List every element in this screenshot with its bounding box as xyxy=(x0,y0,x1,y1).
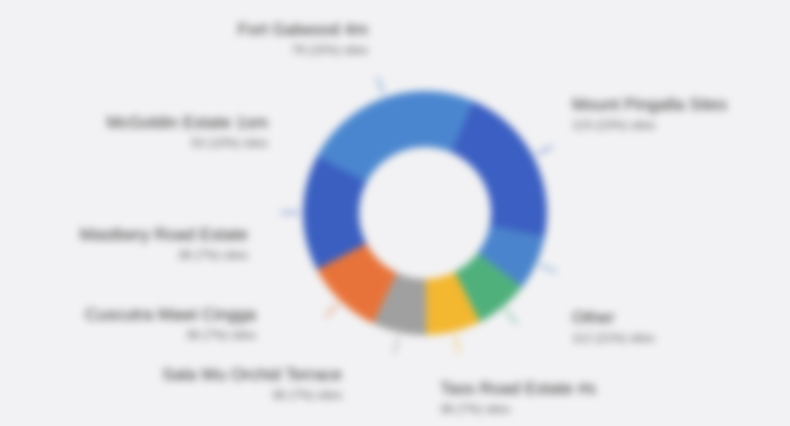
slice-name-label: Other xyxy=(572,308,615,327)
label-mount-pingalla-sites: Mount Pingalla Sites 123 (23%) sites xyxy=(572,96,727,131)
leader-line-tass-road-estate-s xyxy=(539,264,557,273)
slice-value-label: 38 (7%) sites xyxy=(440,402,511,416)
label-other: Other 112 (21%) sites xyxy=(572,309,654,344)
donut-chart xyxy=(280,76,557,354)
leader-line-sala-wu-orchid-terrace xyxy=(504,309,518,325)
slice-value-label: 123 (23%) sites xyxy=(572,118,656,132)
slice-name-label: Fort Galwood 4m xyxy=(237,20,368,39)
slice-value-label: 53 (10%) sites xyxy=(191,136,268,150)
leader-line-mastbery-road-estate xyxy=(393,335,400,354)
slice-name-label: Mastbery Road Estate xyxy=(79,225,248,244)
leader-line-mount-pingalla-sites xyxy=(376,76,385,95)
label-sala-wu-orchid-terrace: Sala Wu Orchid Terrace 36 (7%) sites xyxy=(162,366,342,401)
slice-name-label: Tass Road Estate #s xyxy=(440,379,596,398)
leader-line-cuscutra-mawi-cingga xyxy=(454,335,460,354)
slice-name-label: Sala Wu Orchid Terrace xyxy=(162,365,342,384)
label-mastbery-road-estate: Mastbery Road Estate 38 (7%) sites xyxy=(80,226,248,261)
leader-line-mcgoldin-estate-1sm xyxy=(324,303,339,318)
slice-name-label: McGoldin Estate 1sm xyxy=(106,113,268,132)
slice-value-label: 36 (7%) sites xyxy=(185,328,256,342)
chart-stage: Mount Pingalla Sites 123 (23%) sites Other… xyxy=(0,0,790,426)
slice-value-label: 79 (15%) sites xyxy=(291,43,368,57)
label-fort-galwood-4m: Fort Galwood 4m 79 (15%) sites xyxy=(238,21,368,56)
label-cuscutra-mawi-cingga: Cuscutra Mawi Cingga 36 (7%) sites xyxy=(85,306,256,341)
slice-name-label: Mount Pingalla Sites xyxy=(572,95,727,114)
slice-value-label: 112 (21%) sites xyxy=(572,331,655,345)
slice-other[interactable] xyxy=(451,101,547,237)
label-tass-road-estate-s: Tass Road Estate #s 38 (7%) sites xyxy=(440,380,596,415)
slice-name-label: Cuscutra Mawi Cingga xyxy=(84,305,256,324)
slice-value-label: 36 (7%) sites xyxy=(271,388,342,402)
slice-value-label: 38 (7%) sites xyxy=(177,248,248,262)
label-mcgoldin-estate-1sm: McGoldin Estate 1sm 53 (10%) sites xyxy=(106,114,268,149)
leader-line-other xyxy=(536,145,553,156)
